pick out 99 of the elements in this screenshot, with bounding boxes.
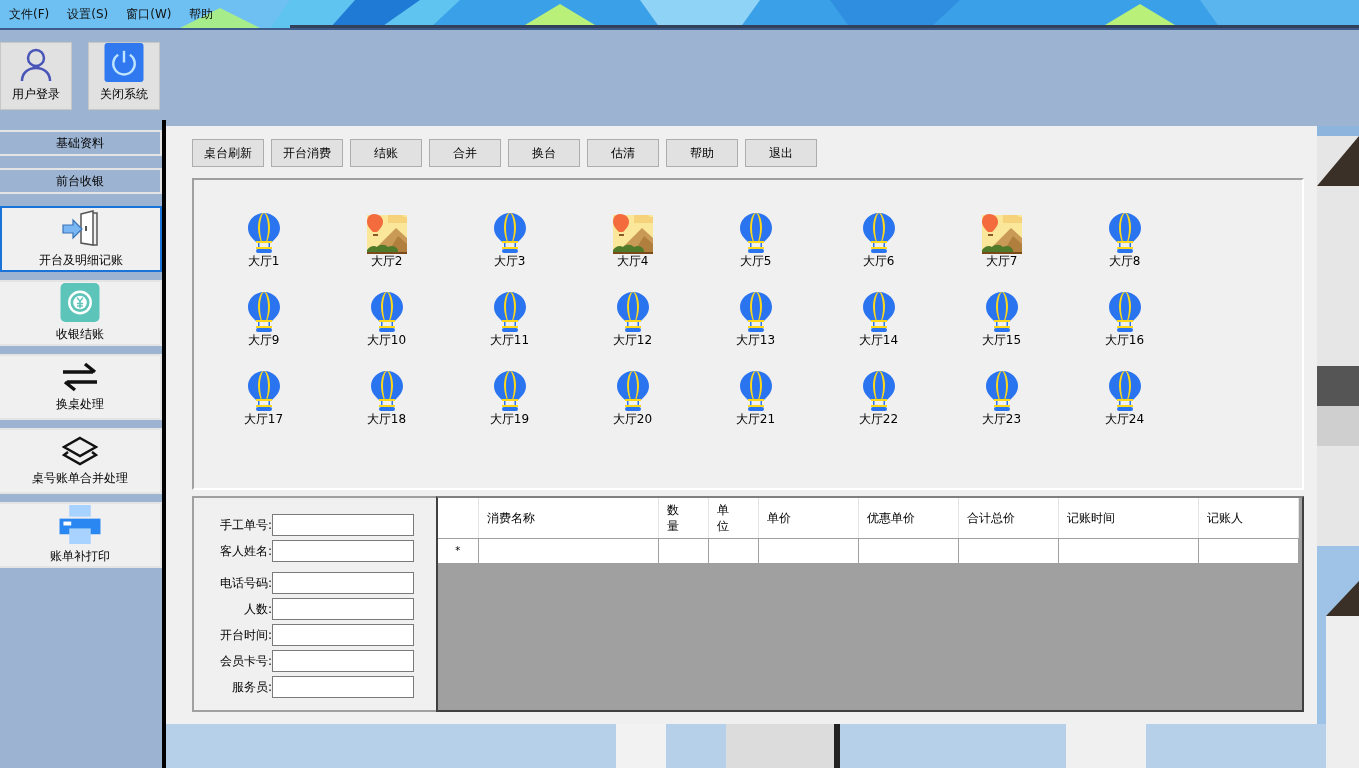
action-button[interactable]: 估清 <box>587 139 659 167</box>
yuan-coin-icon <box>60 283 100 322</box>
balloon-icon <box>1107 212 1142 254</box>
field-label: 会员卡号: <box>218 652 272 670</box>
table-tile[interactable]: 大厅4 <box>571 212 694 291</box>
balloon-landscape-icon <box>611 212 654 254</box>
balloon-icon <box>492 370 527 412</box>
table-tile[interactable]: 大厅3 <box>448 212 571 291</box>
balloon-icon <box>615 291 650 333</box>
field-label: 客人姓名: <box>218 542 272 560</box>
balloon-icon <box>369 291 404 333</box>
column-header[interactable]: 优惠单价 <box>858 498 958 539</box>
action-button[interactable]: 桌台刷新 <box>192 139 264 167</box>
balloon-icon <box>861 212 896 254</box>
sidebar-item[interactable]: 换桌处理 <box>0 354 162 420</box>
balloon-icon <box>738 212 773 254</box>
table-tile[interactable]: 大厅6 <box>817 212 940 291</box>
input-field[interactable] <box>272 540 414 563</box>
action-button[interactable]: 帮助 <box>666 139 738 167</box>
balloon-icon <box>984 370 1019 412</box>
table-tile[interactable]: 大厅10 <box>325 291 448 370</box>
column-header[interactable]: 记账人 <box>1198 498 1298 539</box>
header-cell <box>438 498 478 539</box>
table-tile[interactable]: 大厅17 <box>202 370 325 449</box>
sidebar-item[interactable]: 账单补打印 <box>0 502 162 568</box>
sidebar-item[interactable]: 收银结账 <box>0 280 162 346</box>
table-tile[interactable]: 大厅22 <box>817 370 940 449</box>
column-header[interactable]: 合计总价 <box>958 498 1058 539</box>
column-header[interactable]: 单位 <box>708 498 758 539</box>
action-button[interactable]: 开台消费 <box>271 139 343 167</box>
balloon-landscape-icon <box>980 212 1023 254</box>
table-tile[interactable]: 大厅15 <box>940 291 1063 370</box>
balloon-icon <box>1107 370 1142 412</box>
balloon-icon <box>369 370 404 412</box>
balloon-icon <box>492 212 527 254</box>
sidebar-item[interactable]: 开台及明细记账 <box>0 206 162 272</box>
table-tile[interactable]: 大厅2 <box>325 212 448 291</box>
balloon-icon <box>738 291 773 333</box>
input-field[interactable] <box>272 650 414 673</box>
sidebar-group-header[interactable]: 前台收银 <box>0 168 162 194</box>
input-field[interactable] <box>272 572 414 595</box>
toolbar-button[interactable]: 用户登录 <box>0 42 72 110</box>
table-tile[interactable]: 大厅1 <box>202 212 325 291</box>
balloon-icon <box>738 370 773 412</box>
table-tile[interactable]: 大厅24 <box>1063 370 1186 449</box>
balloon-icon <box>1107 291 1142 333</box>
printer-icon <box>59 505 101 544</box>
balloon-icon <box>246 212 281 254</box>
table-tile[interactable]: 大厅5 <box>694 212 817 291</box>
action-button[interactable]: 结账 <box>350 139 422 167</box>
menu-item[interactable]: 帮助 <box>180 5 223 23</box>
table-tile[interactable]: 大厅13 <box>694 291 817 370</box>
field-label: 电话号码: <box>218 574 272 592</box>
table-tile[interactable]: 大厅8 <box>1063 212 1186 291</box>
menu-item[interactable]: 文件(F) <box>0 5 59 23</box>
door-arrow-icon <box>61 209 101 248</box>
input-field[interactable] <box>272 624 414 647</box>
input-field[interactable] <box>272 598 414 621</box>
input-field[interactable] <box>272 676 414 699</box>
table-tile[interactable]: 大厅9 <box>202 291 325 370</box>
field-label: 服务员: <box>230 678 272 696</box>
table-tile[interactable]: 大厅16 <box>1063 291 1186 370</box>
balloon-icon <box>984 291 1019 333</box>
field-label: 手工单号: <box>218 516 272 534</box>
balloon-icon <box>861 291 896 333</box>
table-tile[interactable]: 大厅7 <box>940 212 1063 291</box>
menu-item[interactable]: 窗口(W) <box>117 5 181 23</box>
user-icon <box>20 48 52 82</box>
menu-item[interactable]: 设置(S) <box>58 5 118 23</box>
balloon-icon <box>861 370 896 412</box>
input-field[interactable] <box>272 514 414 537</box>
toolbar-button[interactable]: 关闭系统 <box>88 42 160 110</box>
swap-arrows-icon <box>61 361 99 392</box>
balloon-icon <box>492 291 527 333</box>
balloon-icon <box>246 370 281 412</box>
column-header[interactable]: 消费名称 <box>478 498 658 539</box>
table-tile[interactable]: 大厅19 <box>448 370 571 449</box>
power-icon <box>104 43 144 82</box>
table-tile[interactable]: 大厅14 <box>817 291 940 370</box>
table-tile[interactable]: 大厅12 <box>571 291 694 370</box>
column-header[interactable]: 记账时间 <box>1058 498 1198 539</box>
table-tile[interactable]: 大厅11 <box>448 291 571 370</box>
column-header[interactable]: 数量 <box>658 498 708 539</box>
field-label: 人数: <box>242 600 272 618</box>
action-button[interactable]: 退出 <box>745 139 817 167</box>
balloon-landscape-icon <box>365 212 408 254</box>
balloon-icon <box>615 370 650 412</box>
table-tile[interactable]: 大厅21 <box>694 370 817 449</box>
table-tile[interactable]: 大厅23 <box>940 370 1063 449</box>
sidebar-item[interactable]: 桌号账单合并处理 <box>0 428 162 494</box>
layers-icon <box>62 435 98 466</box>
action-button[interactable]: 换台 <box>508 139 580 167</box>
action-button[interactable]: 合并 <box>429 139 501 167</box>
column-header[interactable]: 单价 <box>758 498 858 539</box>
field-label: 开台时间: <box>218 626 272 644</box>
table-tile[interactable]: 大厅18 <box>325 370 448 449</box>
balloon-icon <box>246 291 281 333</box>
table-tile[interactable]: 大厅20 <box>571 370 694 449</box>
sidebar-group-header[interactable]: 基础资料 <box>0 130 162 156</box>
